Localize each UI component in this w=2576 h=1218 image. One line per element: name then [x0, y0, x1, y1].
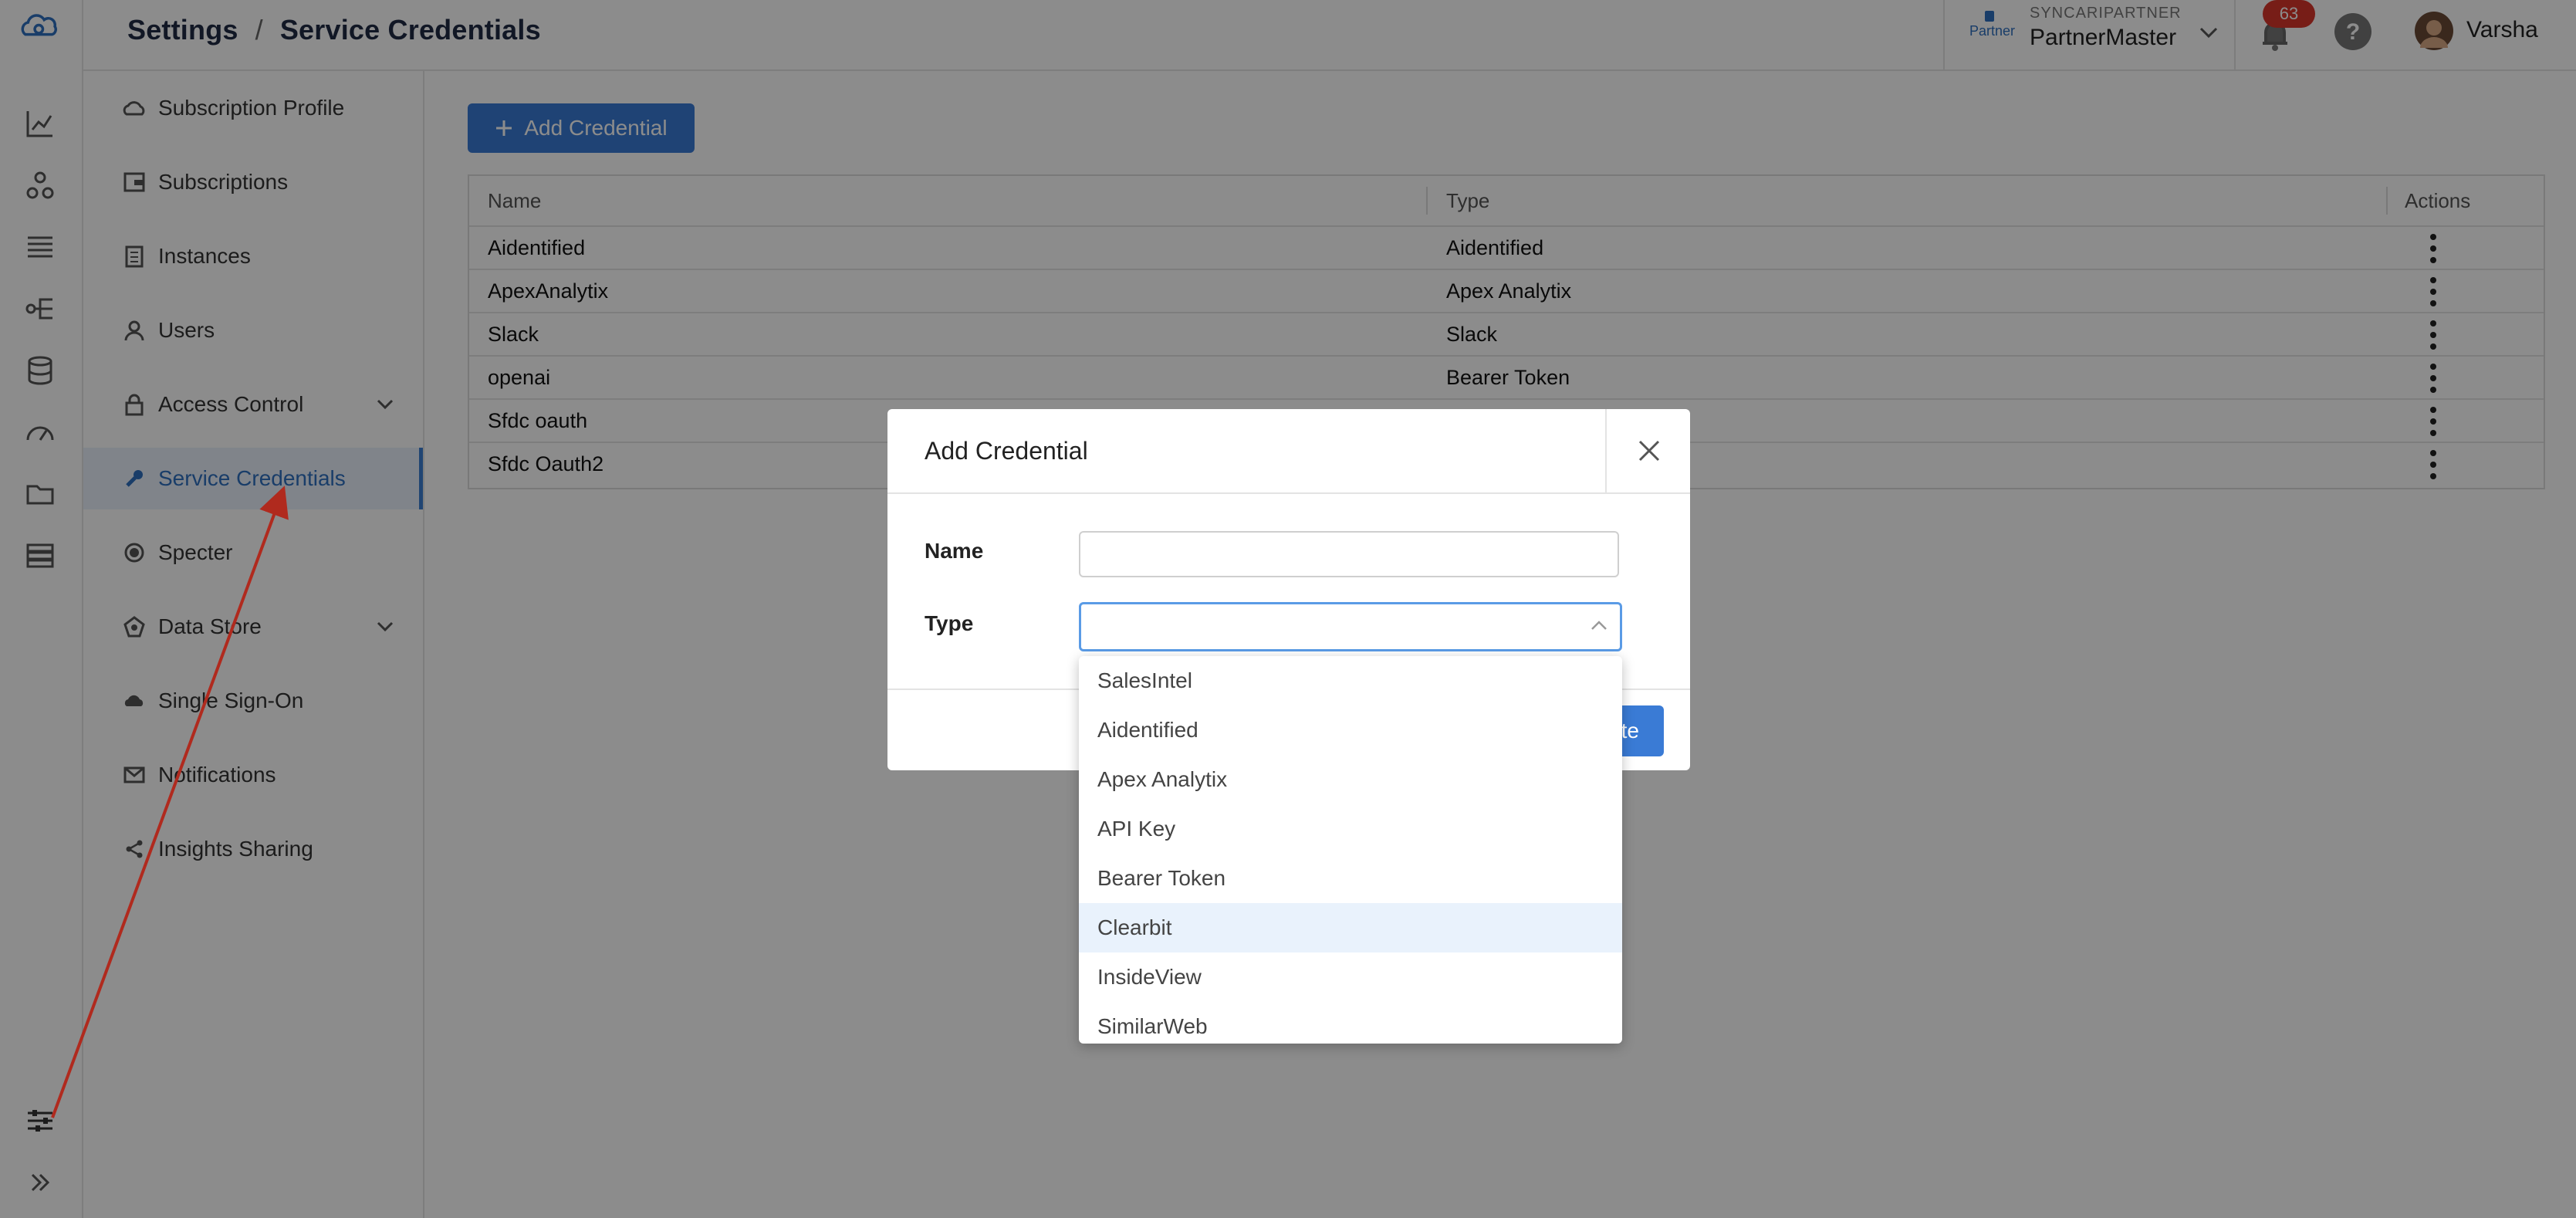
close-icon [1638, 439, 1661, 462]
type-dropdown-list: SalesIntel Aidentified Apex Analytix API… [1079, 656, 1622, 1044]
close-button[interactable] [1605, 409, 1692, 492]
name-input[interactable] [1079, 531, 1619, 577]
dropdown-option[interactable]: Aidentified [1079, 705, 1622, 755]
type-select[interactable] [1079, 602, 1622, 651]
modal-title: Add Credential [925, 437, 1088, 465]
dropdown-option[interactable]: Apex Analytix [1079, 755, 1622, 804]
dropdown-option-highlighted[interactable]: Clearbit [1079, 903, 1622, 952]
dropdown-option[interactable]: SalesIntel [1079, 656, 1622, 705]
dropdown-option[interactable]: SimilarWeb [1079, 1002, 1622, 1044]
type-label: Type [925, 611, 974, 635]
divider [887, 492, 1690, 494]
dropdown-option[interactable]: Bearer Token [1079, 854, 1622, 903]
dropdown-option[interactable]: API Key [1079, 804, 1622, 854]
dropdown-option[interactable]: InsideView [1079, 952, 1622, 1002]
name-label: Name [925, 539, 984, 563]
chevron-up-icon [1591, 620, 1607, 631]
